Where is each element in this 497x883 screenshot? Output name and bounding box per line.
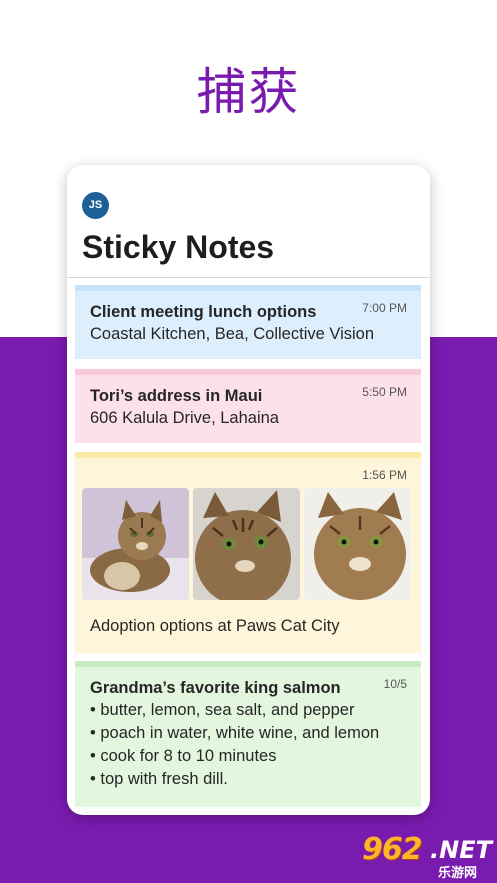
header-divider	[67, 277, 430, 278]
watermark-subtitle: 乐游网	[438, 865, 478, 880]
note-card-client-meeting[interactable]: 7:00 PM Client meeting lunch options Coa…	[75, 285, 421, 359]
cat-photo-2[interactable]	[193, 488, 300, 600]
cat-photo-3[interactable]	[304, 488, 411, 600]
note-title: Tori’s address in Maui	[90, 387, 263, 405]
note-title: Client meeting lunch options	[90, 303, 317, 321]
note-timestamp: 10/5	[383, 677, 407, 691]
avatar[interactable]: JS	[82, 192, 109, 219]
note-title: Grandma’s favorite king salmon	[90, 679, 341, 697]
note-color-bar	[75, 369, 421, 375]
note-color-bar	[75, 285, 421, 291]
list-item: • butter, lemon, sea salt, and pepper	[90, 701, 355, 719]
list-item: • poach in water, white wine, and lemon	[90, 724, 380, 742]
sticky-notes-window: JS Sticky Notes 7:00 PM Client meeting l…	[67, 165, 430, 815]
note-card-tori-address[interactable]: 5:50 PM Tori’s address in Maui 606 Kalul…	[75, 369, 421, 443]
list-item: • top with fresh dill.	[90, 770, 228, 788]
site-watermark-logo: 962 .NET 乐游网	[358, 832, 492, 880]
note-list: • butter, lemon, sea salt, and pepper • …	[90, 699, 379, 791]
note-timestamp: 1:56 PM	[362, 468, 407, 482]
note-color-bar	[75, 661, 421, 667]
note-body: Coastal Kitchen, Bea, Collective Vision	[90, 325, 375, 343]
page-headline: 捕获	[196, 63, 301, 121]
list-item: • cook for 8 to 10 minutes	[90, 747, 277, 765]
note-timestamp: 7:00 PM	[362, 301, 407, 315]
note-color-bar	[75, 452, 421, 458]
watermark-number: 962	[362, 832, 423, 867]
watermark-suffix: .NET	[430, 836, 492, 864]
cat-photo-1[interactable]	[82, 488, 189, 600]
note-card-adoption[interactable]: 1:56 PM Adoption options at Paws Cat Cit…	[75, 452, 421, 653]
note-timestamp: 5:50 PM	[362, 385, 407, 399]
note-card-salmon-recipe[interactable]: 10/5 Grandma’s favorite king salmon • bu…	[75, 661, 421, 807]
note-body: Adoption options at Paws Cat City	[90, 617, 340, 635]
note-body: 606 Kalula Drive, Lahaina	[90, 409, 279, 427]
app-title: Sticky Notes	[82, 229, 275, 265]
